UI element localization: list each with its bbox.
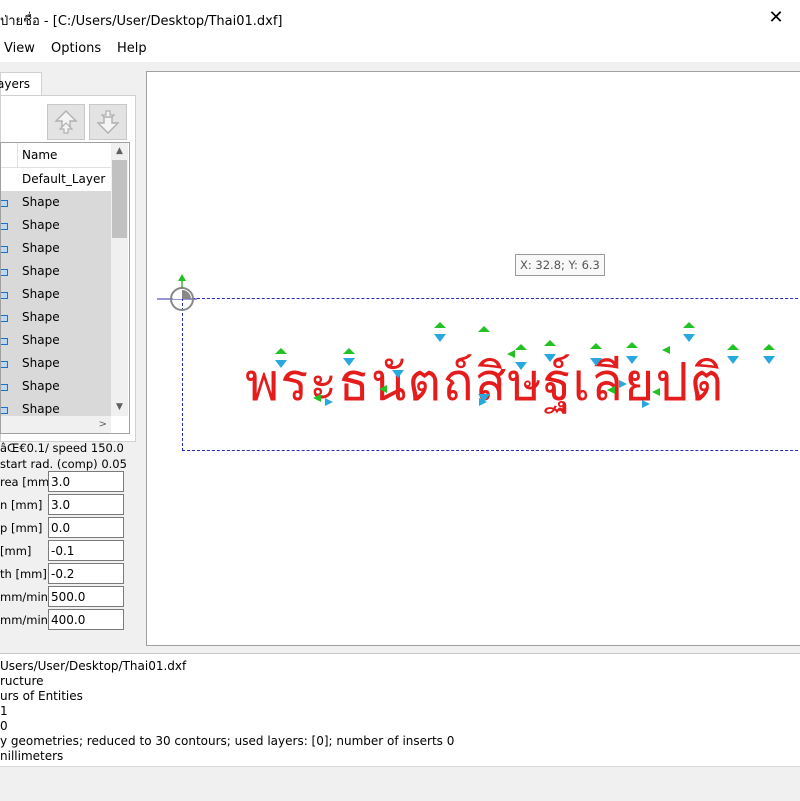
horizontal-scrollbar[interactable]: >: [1, 416, 111, 433]
shape-icon: [1, 338, 8, 345]
log-line: y geometries; reduced to 30 contours; us…: [0, 734, 455, 748]
shape-icon: [1, 384, 8, 391]
param-input[interactable]: -0.2: [48, 563, 124, 584]
shape-name: Shape: [22, 310, 60, 324]
shape-name: Shape: [22, 241, 60, 255]
param-input[interactable]: -0.1: [48, 540, 124, 561]
param-label: mm/min]: [0, 590, 53, 604]
scroll-down-icon[interactable]: ▼: [111, 399, 128, 416]
shape-name: Shape: [22, 218, 60, 232]
shape-name: Shape: [22, 287, 60, 301]
drawing-canvas[interactable]: X: 32.8; Y: 6.3 พระธนัตถ์สิษฐ์เลียปติ: [146, 71, 800, 646]
scroll-right-icon[interactable]: >: [99, 416, 107, 433]
param-label: th [mm]: [0, 567, 47, 581]
move-layer-up-button[interactable]: [47, 104, 85, 140]
list-item[interactable]: Shape: [1, 283, 111, 306]
param-label: n [mm]: [0, 498, 43, 512]
tab-layers[interactable]: ayers: [0, 72, 42, 95]
param-row: th [mm] -0.2: [0, 563, 128, 586]
menu-bar: View Options Help: [0, 36, 800, 62]
shape-icon: [1, 407, 8, 414]
close-window-button[interactable]: ✕: [756, 2, 796, 34]
log-line: urs of Entities: [0, 689, 83, 703]
param-input[interactable]: 0.0: [48, 517, 124, 538]
scroll-thumb[interactable]: [112, 160, 127, 238]
shape-name: Shape: [22, 195, 60, 209]
list-item[interactable]: Shape: [1, 260, 111, 283]
start-radius-info: start rad. (comp) 0.05: [0, 457, 127, 471]
list-item[interactable]: Shape: [1, 191, 111, 214]
shape-icon: [1, 292, 8, 299]
param-input[interactable]: 400.0: [48, 609, 124, 630]
list-item[interactable]: Shape: [1, 306, 111, 329]
column-icon-header[interactable]: [1, 143, 18, 167]
list-item[interactable]: Default_Layer: [1, 168, 111, 191]
param-input[interactable]: 3.0: [48, 494, 124, 515]
move-layer-down-button[interactable]: [89, 104, 127, 140]
vertical-scrollbar[interactable]: ▲ ▼: [111, 143, 128, 416]
shape-name: Shape: [22, 402, 60, 416]
shape-name: Shape: [22, 379, 60, 393]
tab-layers-label: ayers: [0, 77, 31, 91]
column-name-header[interactable]: Name: [22, 148, 57, 162]
log-line: ructure: [0, 674, 44, 688]
tool-speed-info: âŒ€0.1/ speed 150.0: [0, 441, 124, 455]
param-row: mm/min] 500.0: [0, 586, 128, 609]
status-bar: [0, 766, 800, 801]
list-item[interactable]: Shape: [1, 237, 111, 260]
list-item[interactable]: Shape: [1, 352, 111, 375]
shape-icon: [1, 315, 8, 322]
window-title: ป่ายชื่อ - [C:/Users/User/Desktop/Thai01…: [0, 14, 283, 29]
param-row: p [mm] 0.0: [0, 517, 128, 540]
param-label: p [mm]: [0, 521, 43, 535]
shape-icon: [1, 269, 8, 276]
layer-name: Default_Layer: [22, 172, 106, 186]
shape-name: Shape: [22, 356, 60, 370]
layers-list-header: Name: [1, 143, 111, 168]
menu-view[interactable]: View: [4, 41, 35, 56]
log-line: Users/User/Desktop/Thai01.dxf: [0, 659, 187, 673]
param-row: [mm] -0.1: [0, 540, 128, 563]
list-item[interactable]: Shape: [1, 214, 111, 237]
shape-name: Shape: [22, 264, 60, 278]
param-row: mm/min] 400.0: [0, 609, 128, 632]
param-input[interactable]: 500.0: [48, 586, 124, 607]
param-label: mm/min]: [0, 613, 53, 627]
direction-markers: [275, 322, 775, 408]
left-panel: ayers Name Default_Layer Shape Shape Sha…: [0, 62, 140, 652]
move-up-arrow-icon: [54, 110, 78, 134]
shape-icon: [1, 200, 8, 207]
layers-list: Name Default_Layer Shape Shape Shape Sha…: [0, 142, 130, 434]
move-down-arrow-icon: [96, 110, 120, 134]
scroll-up-icon[interactable]: ▲: [111, 143, 128, 160]
param-row: rea [mm] 3.0: [0, 471, 128, 494]
shape-icon: [1, 223, 8, 230]
param-input[interactable]: 3.0: [48, 471, 124, 492]
menu-options[interactable]: Options: [51, 41, 101, 56]
param-row: n [mm] 3.0: [0, 494, 128, 517]
message-log: Users/User/Desktop/Thai01.dxf ructure ur…: [0, 653, 800, 766]
param-label: rea [mm]: [0, 475, 54, 489]
list-item[interactable]: Shape: [1, 375, 111, 398]
shape-icon: [1, 246, 8, 253]
log-line: 0: [0, 719, 8, 733]
log-line: nillimeters: [0, 749, 64, 763]
list-item[interactable]: Shape: [1, 329, 111, 352]
menu-help[interactable]: Help: [117, 41, 147, 56]
log-line: 1: [0, 704, 8, 718]
shape-name: Shape: [22, 333, 60, 347]
param-label: [mm]: [0, 544, 32, 558]
title-bar: ป่ายชื่อ - [C:/Users/User/Desktop/Thai01…: [0, 0, 800, 36]
shape-icon: [1, 361, 8, 368]
